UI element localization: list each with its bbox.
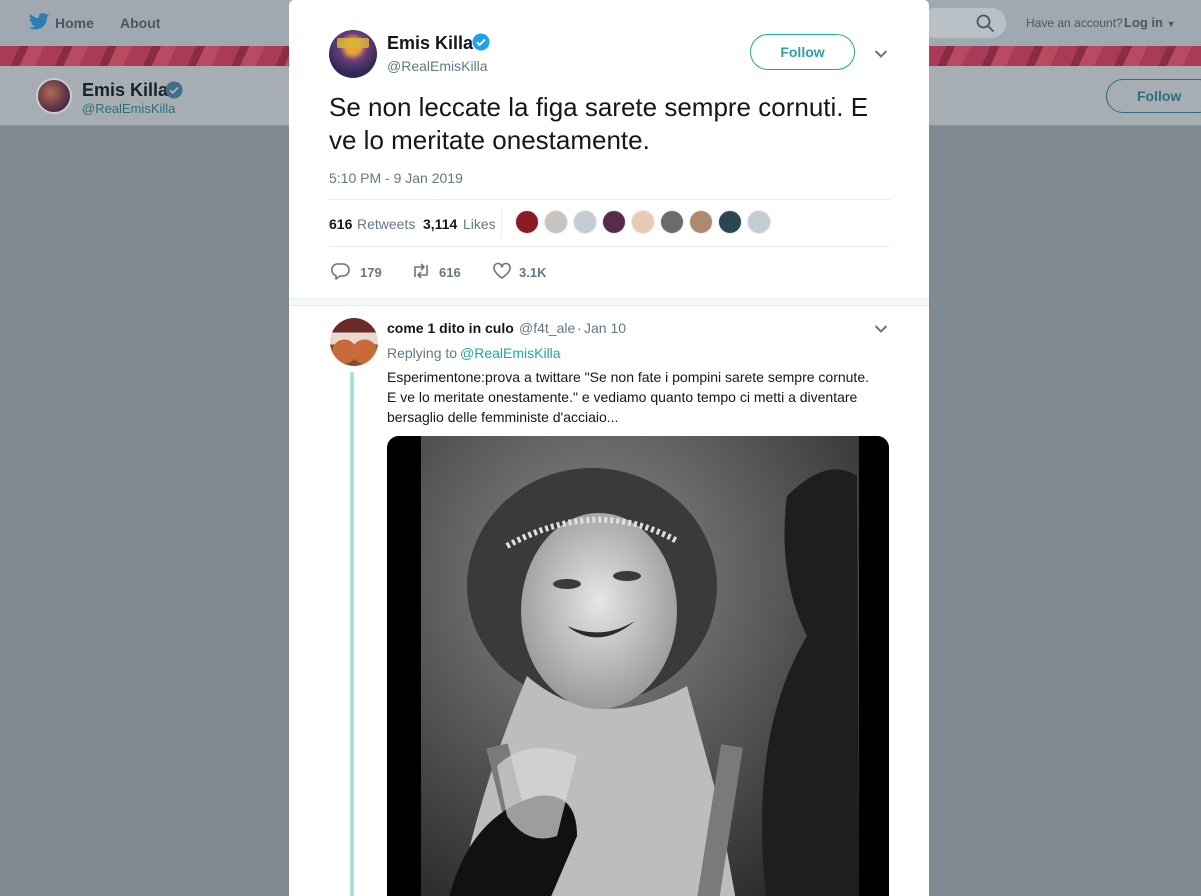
liker-avatar[interactable]	[718, 210, 742, 234]
verified-badge-icon	[472, 33, 490, 51]
like-count[interactable]: 3.1K	[519, 265, 546, 280]
retweets-count[interactable]: 616	[329, 216, 352, 232]
replying-to-link[interactable]: @RealEmisKilla	[460, 345, 561, 361]
retweet-icon[interactable]	[411, 262, 431, 280]
tweet-timestamp[interactable]: 5:10 PM - 9 Jan 2019	[329, 170, 463, 186]
profile-name[interactable]: Emis Killa	[82, 80, 168, 101]
have-account-text: Have an account?	[1026, 16, 1123, 30]
heart-icon[interactable]	[492, 262, 512, 280]
login-link[interactable]: Log in ▼	[1124, 15, 1176, 30]
likes-count[interactable]: 3,114	[423, 216, 457, 232]
reply-media-gif[interactable]	[387, 436, 889, 896]
replies-separator	[289, 298, 929, 306]
likes-label[interactable]: Likes	[463, 216, 496, 232]
reply-dot-separator: ·	[577, 320, 582, 336]
caret-down-icon: ▼	[1166, 19, 1176, 29]
liker-avatar[interactable]	[747, 210, 771, 234]
chevron-down-icon[interactable]	[874, 324, 888, 334]
twitter-bird-icon[interactable]	[28, 12, 50, 32]
liker-avatar[interactable]	[631, 210, 655, 234]
thread-line	[350, 372, 354, 896]
reply-date[interactable]: Jan 10	[584, 320, 626, 336]
reply-author-handle[interactable]: @f4t_ale	[519, 320, 575, 336]
liker-avatar[interactable]	[515, 210, 539, 234]
chevron-down-icon[interactable]	[874, 49, 888, 59]
reply-count[interactable]: 179	[360, 265, 382, 280]
tweet-stats: 616 Retweets 3,114 Likes	[329, 199, 890, 247]
profile-follow-button[interactable]: Follow	[1106, 79, 1201, 113]
follow-button[interactable]: Follow	[750, 34, 855, 70]
tweet-permalink-modal: Emis Killa @RealEmisKilla Follow Se non …	[289, 0, 929, 896]
tweet-author-name[interactable]: Emis Killa	[387, 33, 473, 54]
reply-author-avatar[interactable]	[330, 318, 378, 366]
reply-icon[interactable]	[331, 262, 351, 280]
tweet-text: Se non leccate la figa sarete sempre cor…	[329, 92, 869, 155]
liker-avatar[interactable]	[573, 210, 597, 234]
liker-avatar[interactable]	[689, 210, 713, 234]
search-icon[interactable]	[976, 14, 994, 32]
replying-to-label: Replying to	[387, 345, 458, 361]
liker-avatar[interactable]	[544, 210, 568, 234]
nav-about-link[interactable]: About	[120, 15, 160, 31]
reply-author-name[interactable]: come 1 dito in culo	[387, 320, 514, 336]
retweet-count[interactable]: 616	[439, 265, 461, 280]
liker-avatar[interactable]	[602, 210, 626, 234]
tweet-author-avatar[interactable]	[329, 30, 377, 78]
stats-divider	[501, 208, 502, 238]
liker-avatar[interactable]	[660, 210, 684, 234]
login-label: Log in	[1124, 15, 1163, 30]
tweet-author-handle[interactable]: @RealEmisKilla	[387, 58, 488, 74]
retweets-label[interactable]: Retweets	[357, 216, 415, 232]
black-and-white-photo-image	[387, 436, 889, 896]
tweet-actions: 179 616 3.1K	[329, 262, 729, 282]
reply-text: Esperimentone:prova a twittare "Se non f…	[387, 369, 870, 425]
profile-handle[interactable]: @RealEmisKilla	[82, 101, 175, 116]
verified-badge-icon	[165, 81, 183, 99]
profile-avatar[interactable]	[36, 78, 72, 114]
nav-home-link[interactable]: Home	[55, 15, 94, 31]
